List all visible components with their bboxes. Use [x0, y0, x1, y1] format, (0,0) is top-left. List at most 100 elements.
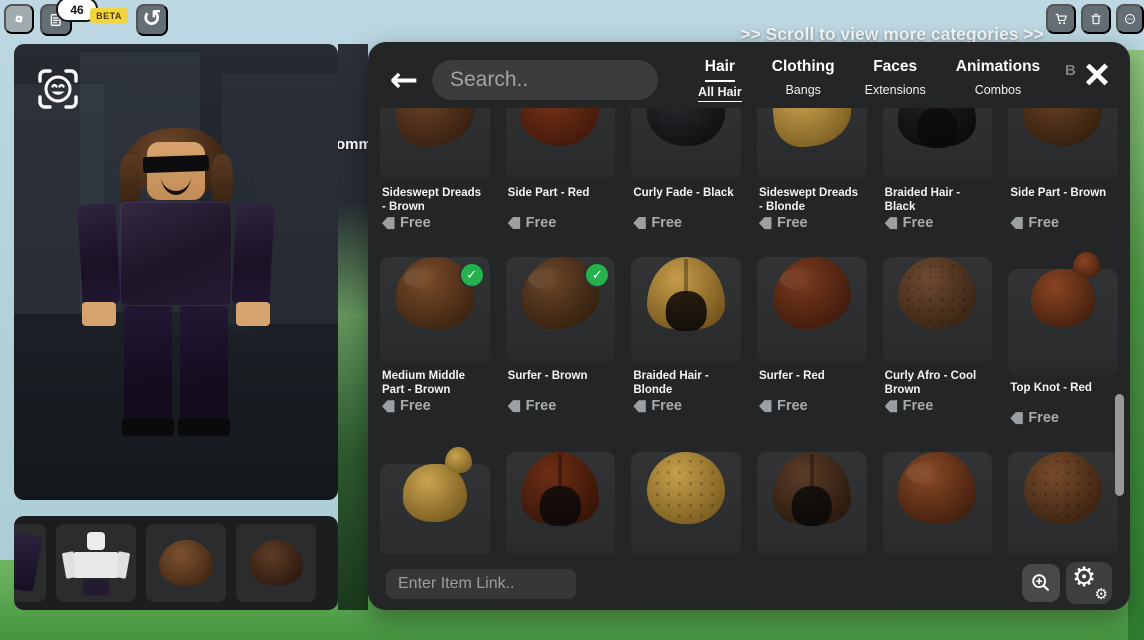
item-thumbnail	[1008, 452, 1118, 554]
catalog-item[interactable]: Medium Middle Part - Red Free	[883, 438, 993, 554]
face-scan-button[interactable]	[28, 64, 76, 112]
hair-preview-icon	[521, 452, 599, 524]
undo-icon: ↺	[142, 8, 161, 31]
back-button[interactable]: ←	[382, 60, 426, 100]
item-name: Top Knot - Red	[1010, 382, 1116, 409]
item-price: Free	[633, 215, 739, 231]
outfit-part-icon	[14, 532, 43, 592]
close-button[interactable]: ×	[1076, 54, 1118, 96]
catalog-item[interactable]: Braided Hair - Black Free	[883, 108, 993, 231]
catalog-item[interactable]: Sideswept Dreads - Brown Free	[380, 108, 490, 231]
thumbnail-avatar-figure[interactable]	[56, 524, 136, 602]
figure-head	[87, 532, 105, 550]
undo-button[interactable]: ↺	[136, 4, 168, 36]
character-shoe	[122, 418, 174, 436]
item-thumbnail	[631, 452, 741, 554]
price-label: Free	[526, 215, 557, 231]
scrollbar-thumb[interactable]	[1115, 394, 1124, 496]
hair-preview-icon	[1031, 269, 1095, 327]
price-label: Free	[400, 215, 431, 231]
catalog-item[interactable]: Surfer - Red Free	[757, 243, 867, 426]
catalog-item[interactable]: Braided Hair - Red Free	[506, 438, 616, 554]
item-thumbnail	[1008, 108, 1118, 180]
tab-faces[interactable]: Faces Extensions	[865, 58, 926, 102]
tab-hair[interactable]: Hair All Hair	[698, 58, 742, 102]
price-label: Free	[903, 215, 934, 231]
catalog-item[interactable]: ✓ Medium Middle Part - Brown Free	[380, 243, 490, 426]
catalog-item[interactable]: Top Knot - Blonde Free	[380, 438, 490, 554]
hair-preview-icon	[773, 452, 851, 524]
item-link-input[interactable]	[386, 569, 576, 599]
item-name: Medium Middle Part - Brown	[382, 370, 488, 397]
character-arm	[231, 203, 274, 305]
price-tag-icon	[382, 400, 395, 413]
catalog-item[interactable]: Sideswept Dreads - Blonde Free	[757, 108, 867, 231]
thumbnail-item-partial[interactable]	[14, 524, 46, 602]
item-thumbnail	[506, 108, 616, 180]
hair-preview-icon	[403, 464, 467, 522]
delete-button[interactable]	[1081, 4, 1111, 34]
item-thumbnail	[631, 108, 741, 180]
hair-preview-icon	[647, 257, 725, 329]
trash-icon	[1089, 10, 1103, 28]
roblox-menu-button[interactable]	[4, 4, 34, 34]
price-label: Free	[651, 398, 682, 414]
tab-label: Faces	[873, 58, 917, 80]
item-thumbnail	[883, 452, 993, 554]
catalog-item[interactable]: Curly Afro - Blonde Free	[631, 438, 741, 554]
roblox-logo-icon	[12, 9, 26, 29]
cart-button[interactable]	[1046, 4, 1076, 34]
face-scan-icon	[34, 65, 82, 113]
item-thumbnail	[883, 108, 993, 180]
tab-sublabel: Extensions	[865, 83, 926, 99]
tab-clothing[interactable]: Clothing Bangs	[772, 58, 835, 102]
catalog-item[interactable]: Side Part - Brown Free	[1008, 108, 1118, 231]
price-label: Free	[1028, 410, 1059, 426]
catalog-grid-viewport[interactable]: Sideswept Dreads - Brown Free Side Part …	[378, 108, 1120, 554]
thumbnail-hair-brown[interactable]	[146, 524, 226, 602]
catalog-item[interactable]: Braided Hair - Cool Brown Free	[757, 438, 867, 554]
close-icon: ×	[1084, 50, 1110, 99]
price-tag-icon	[759, 400, 772, 413]
world-gap-backdrop	[338, 44, 368, 610]
cart-icon	[1054, 9, 1068, 29]
tab-label: Clothing	[772, 58, 835, 80]
more-options-button[interactable]	[1116, 4, 1144, 34]
hair-preview-icon	[647, 108, 725, 146]
item-thumbnail	[1008, 269, 1118, 375]
hair-preview-icon	[771, 255, 853, 331]
hair-preview-icon	[1021, 108, 1105, 149]
item-name: Sideswept Dreads - Blonde	[759, 187, 865, 214]
item-thumbnail	[380, 464, 490, 554]
hair-preview-icon	[898, 257, 976, 329]
tab-partial-next[interactable]: B	[1065, 62, 1076, 79]
trees-backdrop	[1128, 50, 1144, 640]
tab-sublabel: All Hair	[698, 85, 742, 102]
catalog-item[interactable]: Curly Fade - Brown Free	[1008, 438, 1118, 554]
catalog-item[interactable]: Side Part - Red Free	[506, 108, 616, 231]
price-label: Free	[777, 398, 808, 414]
item-name: Curly Fade - Black	[633, 187, 739, 214]
tab-sublabel: Combos	[975, 83, 1022, 99]
item-price: Free	[885, 398, 991, 414]
owned-check-icon: ✓	[459, 262, 485, 288]
catalog-item[interactable]: Curly Afro - Cool Brown Free	[883, 243, 993, 426]
catalog-item[interactable]: ✓ Surfer - Brown Free	[506, 243, 616, 426]
thumbnail-hair-dark-brown[interactable]	[236, 524, 316, 602]
price-tag-icon	[508, 217, 521, 230]
settings-button[interactable]: ⚙ ⚙	[1066, 562, 1112, 604]
price-label: Free	[903, 398, 934, 414]
zoom-in-button[interactable]	[1022, 564, 1060, 602]
price-label: Free	[1028, 215, 1059, 231]
price-tag-icon	[382, 217, 395, 230]
catalog-item[interactable]: Braided Hair - Blonde Free	[631, 243, 741, 426]
hair-preview-icon	[898, 452, 976, 524]
catalog-grid: Sideswept Dreads - Brown Free Side Part …	[378, 108, 1120, 554]
search-input[interactable]	[432, 60, 658, 100]
item-thumbnail: ✓	[506, 257, 616, 363]
price-tag-icon	[633, 400, 646, 413]
catalog-item[interactable]: Top Knot - Red Free	[1008, 243, 1118, 426]
catalog-item[interactable]: Curly Fade - Black Free	[631, 108, 741, 231]
item-thumbnail	[506, 452, 616, 554]
tab-animations[interactable]: Animations Combos	[956, 58, 1040, 102]
